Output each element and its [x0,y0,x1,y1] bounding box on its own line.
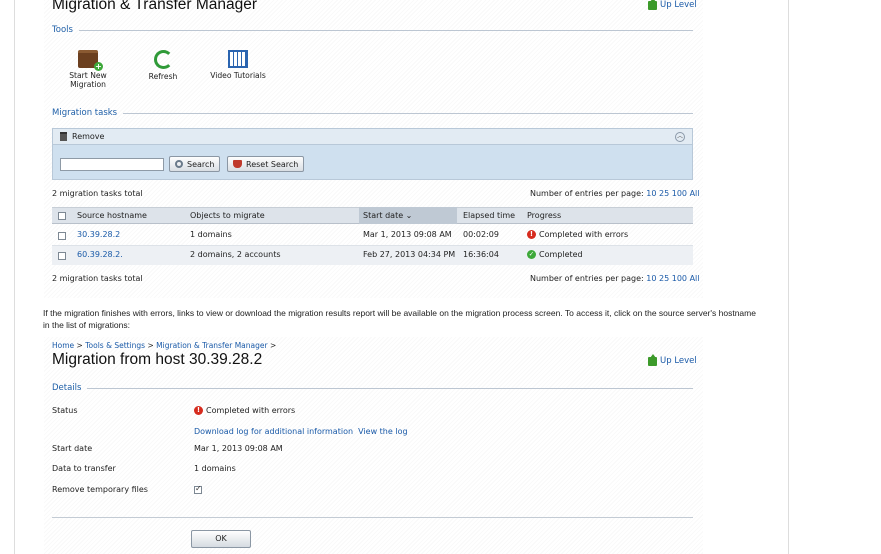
migration-manager-screenshot: Migration & Transfer Manager Up Level To… [44,0,703,298]
tools-section-header: Tools [52,25,693,35]
status-label: Status [52,406,78,415]
reset-search-label: Reset Search [246,159,299,169]
col-objects[interactable]: Objects to migrate [190,211,265,220]
row-start-date: Feb 27, 2013 04:34 PM [363,250,456,259]
data-to-transfer-value: 1 domains [194,464,236,473]
entries-25-link[interactable]: 25 [659,274,669,283]
trash-icon [60,132,67,141]
up-level-label: Up Level [660,0,697,10]
col-elapsed[interactable]: Elapsed time [463,211,515,220]
migration-tasks-heading: Migration tasks [52,108,118,118]
breadcrumb-tools-settings[interactable]: Tools & Settings [85,341,145,350]
row-progress: ! Completed with errors [527,230,628,239]
refresh-label: Refresh [148,72,178,81]
status-value: ! Completed with errors [194,406,295,415]
row-progress: ✓ Completed [527,250,583,259]
entries-all-link[interactable]: All [690,274,700,283]
row-objects: 2 domains, 2 accounts [190,250,281,259]
row-hostname-link[interactable]: 60.39.28.2. [77,250,123,259]
select-all-checkbox[interactable] [58,212,66,220]
refresh-icon [153,50,173,69]
breadcrumb-separator: > [76,341,83,350]
entries-25-link[interactable]: 25 [659,189,669,198]
entries-label: Number of entries per page: [530,189,644,198]
data-to-transfer-label: Data to transfer [52,464,116,473]
entries-100-link[interactable]: 100 [672,274,687,283]
breadcrumb: Home > Tools & Settings > Migration & Tr… [52,341,276,350]
briefcase-add-icon [78,50,103,71]
entries-per-page-top: Number of entries per page: 10 25 100 Al… [530,189,699,198]
details-section-header: Details [52,383,693,393]
breadcrumb-home[interactable]: Home [52,341,74,350]
start-new-migration-button[interactable]: Start New Migration [58,50,118,89]
entries-all-link[interactable]: All [690,189,700,198]
start-date-label: Start date [52,444,93,453]
row-objects: 1 domains [190,230,232,239]
article-caption: If the migration finishes with errors, l… [43,308,756,330]
details-heading: Details [52,383,82,393]
ok-button[interactable]: OK [191,530,251,548]
search-button[interactable]: Search [169,156,221,172]
search-icon [175,160,183,168]
error-icon: ! [527,230,536,239]
row-checkbox[interactable] [58,232,66,240]
col-start-date-label: Start date [363,211,404,220]
migration-tasks-header: Migration tasks [52,108,693,118]
row-hostname-link[interactable]: 30.39.28.2 [77,230,120,239]
breadcrumb-migration-manager[interactable]: Migration & Transfer Manager [156,341,267,350]
entries-10-link[interactable]: 10 [646,189,656,198]
row-progress-text: Completed with errors [539,230,629,239]
row-start-date: Mar 1, 2013 09:08 AM [363,230,452,239]
page-title: Migration from host 30.39.28.2 [52,351,263,368]
sort-down-icon: ⌄ [405,211,413,220]
remove-temp-files-checkbox[interactable] [194,484,202,494]
row-elapsed: 16:36:04 [463,250,499,259]
video-tutorials-button[interactable]: Video Tutorials [208,50,268,80]
row-progress-text: Completed [539,250,583,259]
video-tutorials-label: Video Tutorials [210,71,266,80]
reset-search-button[interactable]: Reset Search [227,156,305,172]
entries-label: Number of entries per page: [530,274,644,283]
refresh-button[interactable]: Refresh [133,50,193,81]
up-level-label: Up Level [660,356,697,366]
film-icon [228,50,248,68]
up-level-icon [648,0,657,10]
entries-per-page-bottom: Number of entries per page: 10 25 100 Al… [530,274,699,283]
log-links: Download log for additional information … [194,427,408,436]
tasks-total-bottom: 2 migration tasks total [52,274,143,283]
status-text: Completed with errors [206,406,296,415]
col-progress[interactable]: Progress [527,211,561,220]
up-level-icon [648,353,657,366]
reset-icon [233,160,242,168]
migration-detail-screenshot: Home > Tools & Settings > Migration & Tr… [44,337,703,554]
start-date-value: Mar 1, 2013 09:08 AM [194,444,283,453]
up-level-link[interactable]: Up Level [648,0,697,10]
remove-temp-files-label: Remove temporary files [52,485,148,494]
form-divider [52,517,693,518]
search-input[interactable] [60,158,164,171]
view-log-link[interactable]: View the log [358,427,407,436]
breadcrumb-separator: > [147,341,154,350]
collapse-chevron-up-icon[interactable]: ︿ [675,131,685,142]
col-start-date[interactable]: Start date ⌄ [363,211,412,220]
tasks-total-top: 2 migration tasks total [52,189,143,198]
entries-100-link[interactable]: 100 [672,189,687,198]
up-level-link[interactable]: Up Level [648,353,697,366]
col-source-hostname[interactable]: Source hostname [77,211,147,220]
download-log-link[interactable]: Download log for additional information [194,427,353,436]
remove-toolbar: Remove ︿ [52,128,693,145]
tools-heading: Tools [52,25,73,35]
breadcrumb-separator: > [269,341,277,350]
entries-10-link[interactable]: 10 [646,274,656,283]
start-new-migration-label: Start New Migration [69,71,107,89]
row-elapsed: 00:02:09 [463,230,499,239]
page-title: Migration & Transfer Manager [52,0,258,13]
error-icon: ! [194,406,203,415]
check-icon: ✓ [527,250,536,259]
remove-button[interactable]: Remove [72,132,104,141]
row-checkbox[interactable] [58,252,66,260]
search-button-label: Search [187,159,215,169]
